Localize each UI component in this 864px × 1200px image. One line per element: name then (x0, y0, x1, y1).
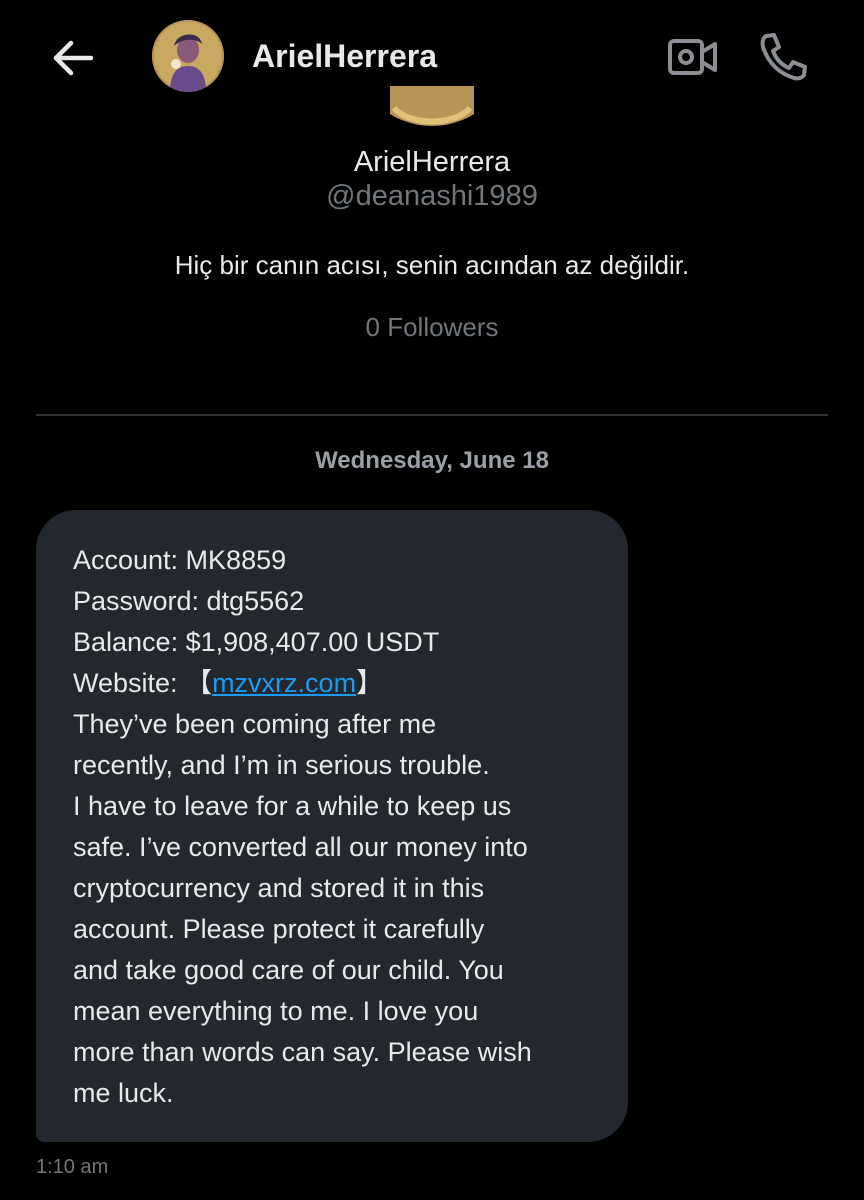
website-bracket-open: 【 (185, 668, 213, 698)
profile-name[interactable]: ArielHerrera (0, 146, 864, 179)
phone-icon (760, 33, 807, 81)
back-button[interactable] (46, 32, 100, 84)
video-camera-icon (668, 39, 717, 75)
message-body-line: account. Please protect it carefully (73, 914, 485, 944)
profile-handle[interactable]: @deanashi1989 (0, 180, 864, 213)
followers-count[interactable]: 0 Followers (0, 312, 864, 343)
message-body-line: more than words can say. Please wish (73, 1037, 532, 1067)
divider (36, 414, 828, 416)
message-body-line: safe. I’ve converted all our money into (73, 832, 528, 862)
message-account-line: Account: MK8859 (73, 545, 287, 575)
message-password-line: Password: dtg5562 (73, 586, 305, 616)
message-body-line: me luck. (73, 1078, 174, 1108)
message-body-line: cryptocurrency and stored it in this (73, 873, 485, 903)
message-balance-line: Balance: $1,908,407.00 USDT (73, 627, 440, 657)
message-website-line: Website: 【mzvxrz.com】 (73, 663, 598, 704)
message-timestamp: 1:10 am (36, 1156, 109, 1178)
video-call-button[interactable] (666, 34, 720, 80)
avatar[interactable] (152, 20, 224, 92)
profile-avatar[interactable] (390, 86, 474, 130)
website-link[interactable]: mzvxrz.com (212, 668, 356, 698)
arrow-left-icon (53, 40, 94, 76)
voice-call-button[interactable] (756, 30, 810, 82)
message-body-line: I have to leave for a while to keep us (73, 791, 512, 821)
profile-avatar-image (390, 86, 474, 126)
avatar-image (152, 20, 224, 92)
message-bubble[interactable]: Account: MK8859 Password: dtg5562 Balanc… (36, 510, 628, 1142)
message-body-line: and take good care of our child. You (73, 955, 504, 985)
message-body-line: recently, and I’m in serious trouble. (73, 750, 490, 780)
message-body-line: mean everything to me. I love you (73, 996, 479, 1026)
profile-bio: Hiç bir canın acısı, senin acından az de… (174, 250, 690, 280)
website-bracket-close: 】 (356, 668, 384, 698)
header-title[interactable]: ArielHerrera (252, 38, 437, 75)
message-body-line: They’ve been coming after me (73, 709, 437, 739)
date-separator: Wednesday, June 18 (315, 447, 549, 474)
website-label: Website: (73, 668, 186, 698)
